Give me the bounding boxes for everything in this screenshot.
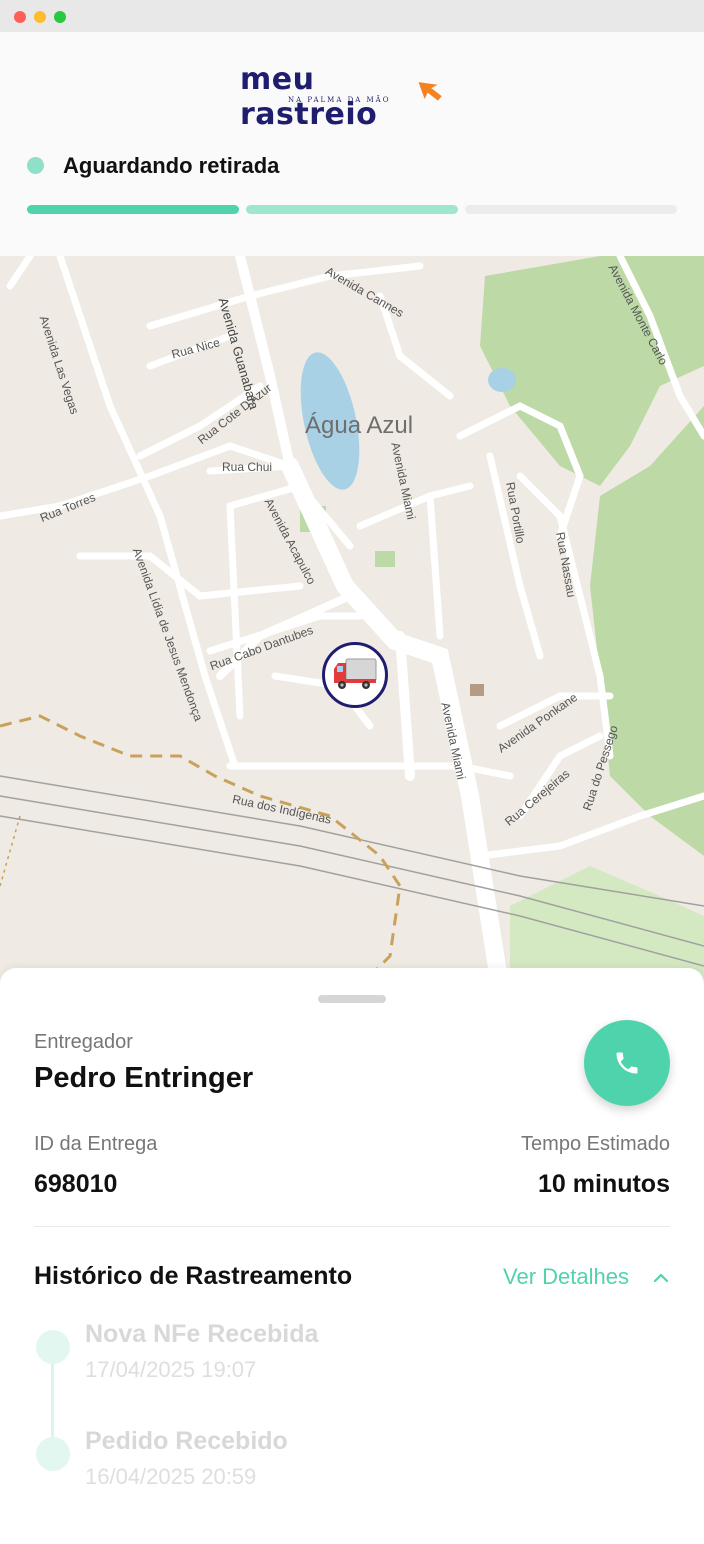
eta-label: Tempo Estimado <box>521 1133 670 1155</box>
truck-icon <box>334 658 377 689</box>
section-divider <box>34 1226 670 1227</box>
delivery-map[interactable]: Avenida Las Vegas Avenida Guanabara Aven… <box>0 256 704 986</box>
delivery-status-panel: Aguardando retirada <box>0 136 704 256</box>
status-label: Aguardando retirada <box>63 153 280 178</box>
history-title: Histórico de Rastreamento <box>34 1262 353 1290</box>
window-titlebar <box>0 0 704 32</box>
phone-icon <box>616 1052 638 1074</box>
brand-logo: meu rastreio NA PALMA DA MÃO <box>240 62 460 132</box>
app-header: meu rastreio NA PALMA DA MÃO <box>0 32 704 136</box>
view-details-label: Ver Detalhes <box>503 1264 629 1289</box>
progress-step-2 <box>246 205 458 214</box>
timeline-dot <box>36 1437 70 1471</box>
delivery-details-sheet: Entregador Pedro Entringer ID da Entrega… <box>0 968 704 1544</box>
chevron-up-icon <box>653 1273 669 1283</box>
history-event-date: 17/04/2025 19:07 <box>85 1357 257 1382</box>
map-area-label: Água Azul <box>305 412 414 439</box>
timeline-dot <box>36 1330 70 1364</box>
courier-location-marker[interactable] <box>322 642 388 708</box>
progress-step-1 <box>27 205 239 214</box>
maximize-window-button[interactable] <box>54 11 66 23</box>
delivery-id-label: ID da Entrega <box>34 1133 158 1155</box>
history-event-date: 16/04/2025 20:59 <box>85 1464 257 1489</box>
brand-tagline: NA PALMA DA MÃO <box>288 96 391 104</box>
courier-name: Pedro Entringer <box>34 1062 254 1094</box>
delivery-id-value: 698010 <box>34 1170 118 1198</box>
eta-value: 10 minutos <box>538 1170 670 1198</box>
sheet-drag-handle[interactable] <box>318 995 386 1003</box>
status-indicator <box>27 157 44 174</box>
call-courier-button[interactable] <box>584 1020 670 1106</box>
courier-label: Entregador <box>34 1031 133 1053</box>
map-street-label: Rua Chui <box>222 460 273 474</box>
history-event-title: Nova NFe Recebida <box>85 1320 319 1348</box>
close-window-button[interactable] <box>14 11 26 23</box>
history-event-title: Pedido Recebido <box>85 1427 288 1455</box>
brand-arrow-icon <box>418 82 442 101</box>
progress-step-3 <box>465 205 677 214</box>
view-details-toggle[interactable]: Ver Detalhes <box>503 1264 673 1294</box>
map-canvas <box>0 256 704 986</box>
minimize-window-button[interactable] <box>34 11 46 23</box>
